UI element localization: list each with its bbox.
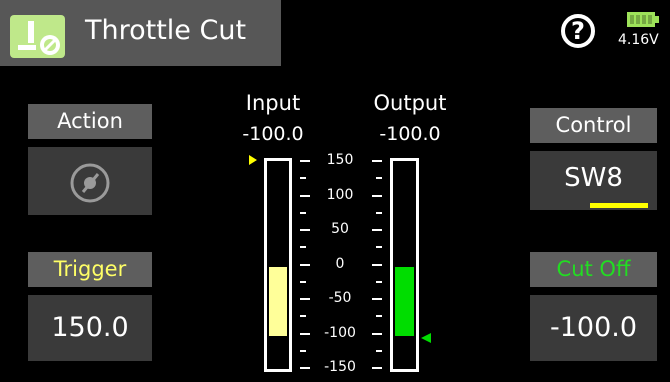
- scale-minor-tick: [300, 315, 306, 318]
- scale-tick: [372, 263, 382, 266]
- scale-tick: [372, 332, 382, 335]
- output-bar-fill: [395, 267, 414, 337]
- page-title: Throttle Cut: [85, 15, 247, 46]
- scale-tick: [372, 367, 382, 369]
- scale-label: -100: [324, 324, 356, 341]
- scale-tick: [300, 160, 310, 162]
- scale-minor-tick: [300, 349, 306, 352]
- input-title: Input: [245, 91, 301, 115]
- scale-minor-tick: [376, 349, 382, 352]
- scale-label: 100: [326, 186, 354, 203]
- scale-minor-tick: [300, 280, 306, 283]
- scale-tick: [300, 298, 310, 300]
- scale-tick: [372, 229, 382, 231]
- scale-label: 0: [335, 255, 345, 272]
- battery-icon: [627, 12, 659, 27]
- scale-minor-tick: [376, 211, 382, 214]
- output-title: Output: [373, 91, 447, 115]
- cutoff-label: Cut Off: [530, 252, 657, 287]
- scale-tick: [372, 194, 382, 197]
- input-marker-icon: [249, 155, 257, 165]
- scale-minor-tick: [376, 315, 382, 318]
- scale-minor-tick: [376, 177, 382, 180]
- scale-minor-tick: [300, 246, 306, 249]
- control-switch: SW8: [564, 163, 623, 193]
- scale-label: 150: [326, 152, 354, 168]
- scale-label: 50: [331, 221, 349, 237]
- output-value: -100.0: [379, 123, 441, 145]
- trigger-value[interactable]: 150.0: [28, 295, 152, 361]
- scale-minor-tick: [376, 246, 382, 249]
- scale-tick: [372, 160, 382, 162]
- output-marker-icon: [421, 333, 431, 343]
- output-bar: [390, 158, 419, 372]
- action-label: Action: [28, 104, 152, 139]
- control-label: Control: [530, 108, 657, 143]
- scale-tick: [372, 298, 382, 300]
- help-icon[interactable]: ?: [561, 14, 595, 48]
- control-indicator: [590, 203, 648, 208]
- throttle-cut-icon[interactable]: [10, 15, 65, 58]
- scale-minor-tick: [300, 177, 306, 180]
- scale-label: -150: [324, 359, 356, 375]
- cutoff-value[interactable]: -100.0: [530, 295, 657, 361]
- battery-voltage: 4.16V: [618, 32, 659, 48]
- scale-label: -50: [328, 290, 352, 306]
- scale-minor-tick: [376, 280, 382, 283]
- action-button[interactable]: [28, 147, 152, 215]
- scale-tick: [300, 367, 310, 369]
- trigger-label: Trigger: [28, 252, 152, 287]
- scale-tick: [300, 263, 310, 266]
- scale-tick: [300, 229, 310, 231]
- control-value[interactable]: SW8: [530, 151, 657, 210]
- scale-tick: [300, 194, 310, 197]
- input-bar-fill: [269, 267, 287, 337]
- scale-tick: [300, 332, 310, 335]
- scale-minor-tick: [300, 211, 306, 214]
- action-disabled-icon: [70, 163, 110, 203]
- input-value: -100.0: [242, 123, 304, 145]
- input-bar: [264, 158, 292, 372]
